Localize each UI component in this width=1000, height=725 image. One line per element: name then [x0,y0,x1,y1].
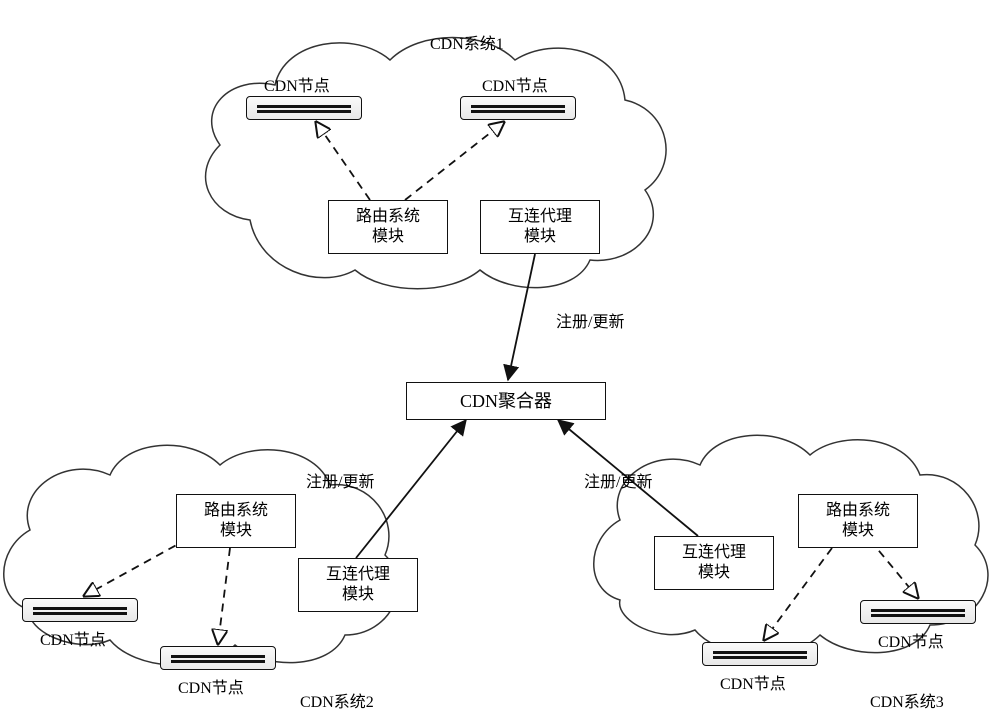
routing-module-3: 路由系统 模块 [798,494,918,548]
title-cdn2: CDN系统2 [300,688,374,712]
routing-module-1-text: 路由系统 模块 [356,207,420,247]
interconnect-module-2: 互连代理 模块 [298,558,418,612]
arrow-routing2-node-bottom [218,548,230,644]
edge-label-2: 注册/更新 [306,468,374,492]
aggregator-text: CDN聚合器 [460,390,552,413]
node-label-3b: CDN节点 [720,670,786,694]
server-3a [860,600,976,624]
arrow-routing3-node-left [764,548,832,640]
node-label-1a: CDN节点 [264,72,330,96]
interconnect-module-3: 互连代理 模块 [654,536,774,590]
node-label-2a: CDN节点 [40,626,106,650]
routing-module-2: 路由系统 模块 [176,494,296,548]
server-1b [460,96,576,120]
server-2b [160,646,276,670]
arrow-interconnect1-aggregator [508,254,535,380]
server-3b [702,642,818,666]
server-1a [246,96,362,120]
arrow-routing1-node-left [316,122,370,200]
routing-module-1: 路由系统 模块 [328,200,448,254]
interconnect-module-3-text: 互连代理 模块 [682,543,746,583]
server-2a [22,598,138,622]
interconnect-module-1-text: 互连代理 模块 [508,207,572,247]
edge-label-3: 注册/更新 [584,468,652,492]
interconnect-module-1: 互连代理 模块 [480,200,600,254]
node-label-2b: CDN节点 [178,674,244,698]
interconnect-module-2-text: 互连代理 模块 [326,565,390,605]
aggregator-box: CDN聚合器 [406,382,606,420]
node-label-1b: CDN节点 [482,72,548,96]
routing-module-2-text: 路由系统 模块 [204,501,268,541]
routing-module-3-text: 路由系统 模块 [826,501,890,541]
arrow-routing1-node-right [405,122,504,200]
node-label-3a: CDN节点 [878,628,944,652]
title-cdn1: CDN系统1 [430,30,504,54]
arrow-routing3-node-right [870,540,918,598]
edge-label-1: 注册/更新 [556,308,624,332]
title-cdn3: CDN系统3 [870,688,944,712]
